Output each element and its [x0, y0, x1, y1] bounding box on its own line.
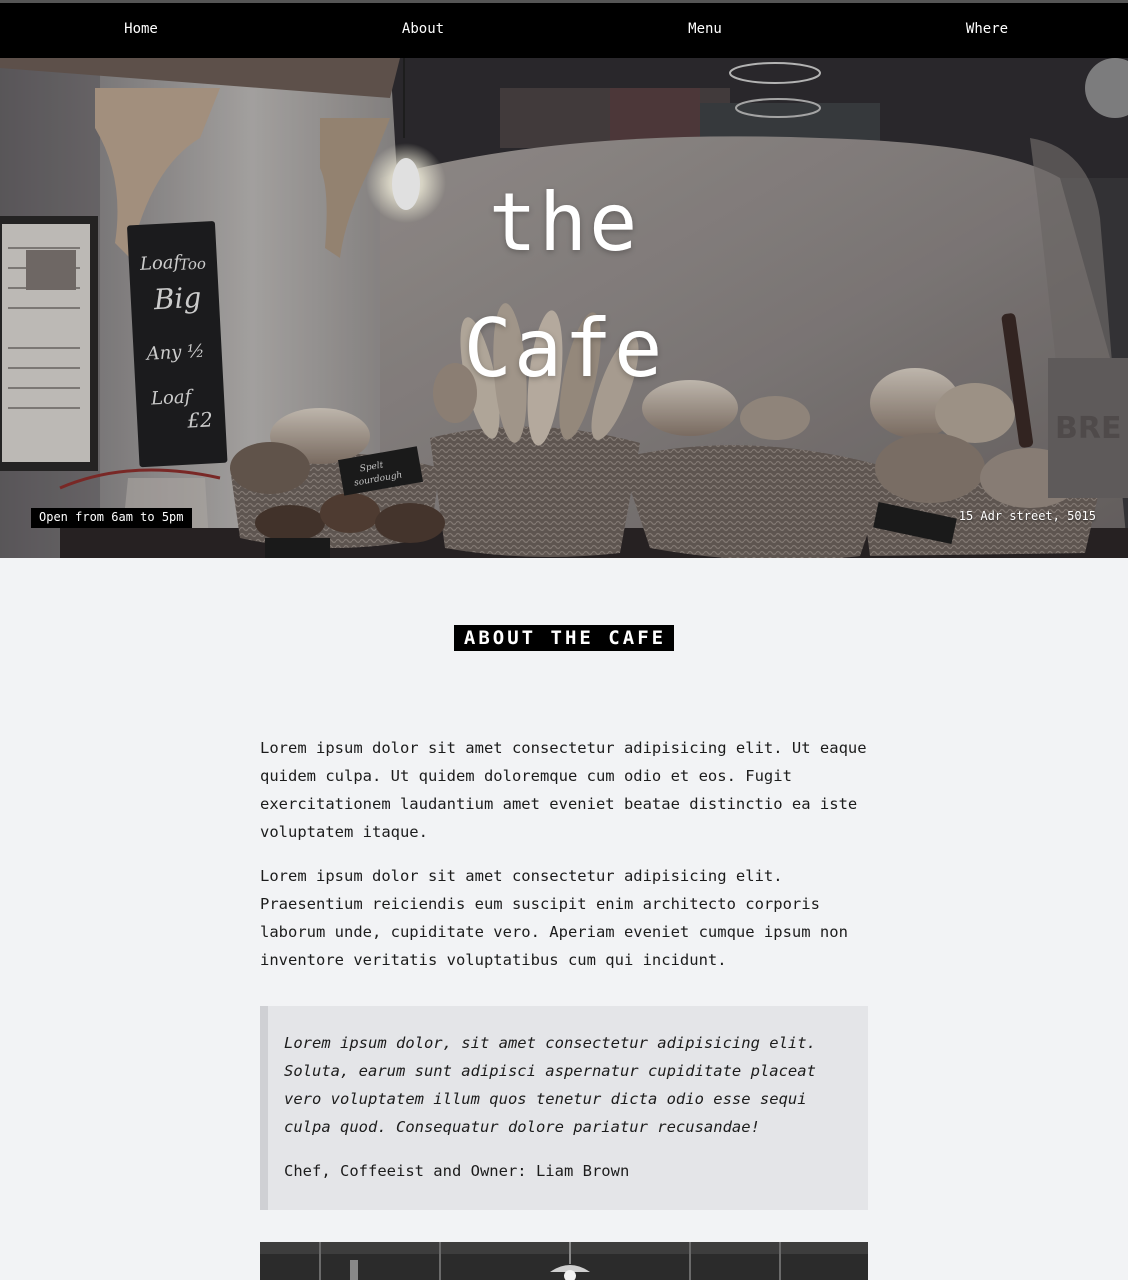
main-nav: Home About Menu Where — [0, 3, 1128, 58]
opening-hours-badge: Open from 6am to 5pm — [31, 508, 192, 528]
about-paragraph-1: Lorem ipsum dolor sit amet consectetur a… — [260, 739, 867, 841]
chef-quote: Lorem ipsum dolor, sit amet consectetur … — [260, 1006, 868, 1210]
address-text: 15 Adr street, 5015 — [958, 509, 1096, 523]
about-heading-container: ABOUT THE CAFE — [0, 625, 1128, 651]
about-content: Lorem ipsum dolor sit amet consectetur a… — [260, 734, 868, 990]
hero-section: Loaf Too Big Any ½ Loaf £2 Spelt sourdou… — [0, 58, 1128, 558]
nav-home-link[interactable]: Home — [0, 1, 282, 56]
hero-title-line1: the — [488, 176, 640, 269]
quote-author: Chef, Coffeeist and Owner: Liam Brown — [284, 1162, 630, 1180]
quote-text: Lorem ipsum dolor, sit amet consectetur … — [284, 1034, 816, 1136]
nav-menu-link[interactable]: Menu — [564, 1, 846, 56]
about-paragraph-2: Lorem ipsum dolor sit amet consectetur a… — [260, 867, 848, 969]
cafe-interior-image — [260, 1242, 868, 1280]
nav-about-link[interactable]: About — [282, 1, 564, 56]
hero-title-line2: Cafe — [463, 302, 665, 395]
about-heading: ABOUT THE CAFE — [453, 625, 675, 651]
nav-where-link[interactable]: Where — [846, 1, 1128, 56]
